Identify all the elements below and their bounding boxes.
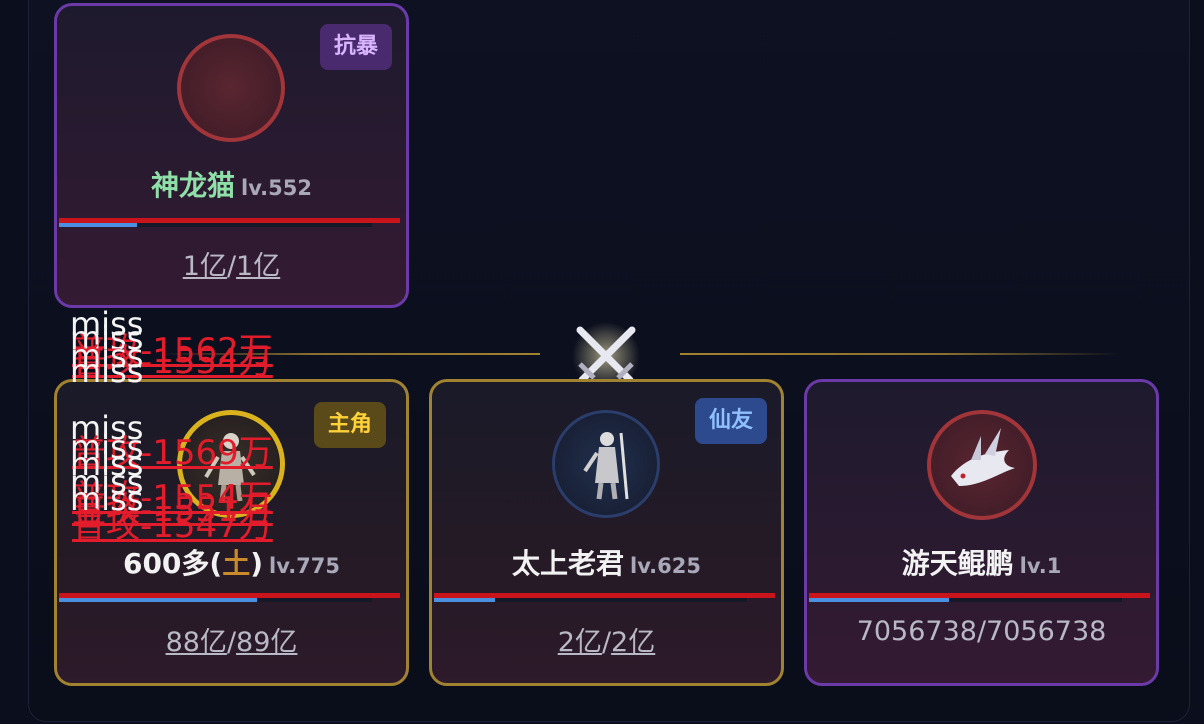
enemy-card-shenlongmao[interactable]: 抗暴 神龙猫 lv.552 1亿/1亿 [54, 3, 409, 308]
role-tag: 抗暴 [319, 24, 392, 70]
hp-text: 1亿/1亿 [182, 251, 281, 282]
miss-text: miss [70, 352, 144, 390]
kunpeng-icon [951, 428, 1015, 486]
name-row: 游天鲲鹏 lv.1 [807, 542, 1156, 582]
enemy-avatar[interactable] [177, 34, 285, 142]
hp-max: 1亿 [236, 251, 281, 282]
name-row: 神龙猫 lv.552 [57, 164, 406, 204]
immortal-icon [583, 432, 629, 500]
role-tag: 主角 [313, 402, 386, 448]
unit-name: 神龙猫 [150, 169, 235, 202]
hp-text: 2亿/2亿 [557, 627, 656, 658]
hp-bar [59, 593, 400, 603]
hp-current: 2亿 [557, 627, 602, 658]
hp-bar [59, 218, 400, 228]
damage-text: 普攻-1547万 [72, 506, 273, 546]
ally-avatar[interactable] [552, 410, 660, 518]
role-tag: 仙友 [694, 398, 767, 444]
hp-text: 7056738/7056738 [856, 616, 1107, 647]
divider-right [680, 353, 1120, 355]
unit-level: lv.1 [1019, 554, 1062, 578]
unit-level: lv.625 [630, 554, 701, 578]
hp-bar [434, 593, 775, 603]
unit-name: 600多(土) [122, 547, 264, 580]
element-earth: 土 [222, 547, 251, 580]
hp-text: 88亿/89亿 [165, 627, 298, 658]
unit-name: 游天鲲鹏 [901, 547, 1014, 580]
hp-current: 88亿 [165, 627, 227, 658]
hp-max: 89亿 [236, 627, 298, 658]
pet-avatar[interactable] [927, 410, 1037, 520]
unit-level: lv.775 [269, 554, 341, 578]
name-row: 太上老君 lv.625 [432, 542, 781, 582]
pet-card-youtiankunpeng[interactable]: 游天鲲鹏 lv.1 7056738/7056738 [804, 379, 1159, 686]
hp-bar [809, 593, 1150, 603]
name-row: 600多(土) lv.775 [57, 542, 406, 582]
unit-level: lv.552 [241, 176, 312, 200]
hp-max: 2亿 [611, 627, 656, 658]
hp-current: 1亿 [182, 251, 227, 282]
unit-name: 太上老君 [511, 547, 624, 580]
ally-card-taishanglaojun[interactable]: 仙友 太上老君 lv.625 2亿/2亿 [429, 379, 784, 686]
